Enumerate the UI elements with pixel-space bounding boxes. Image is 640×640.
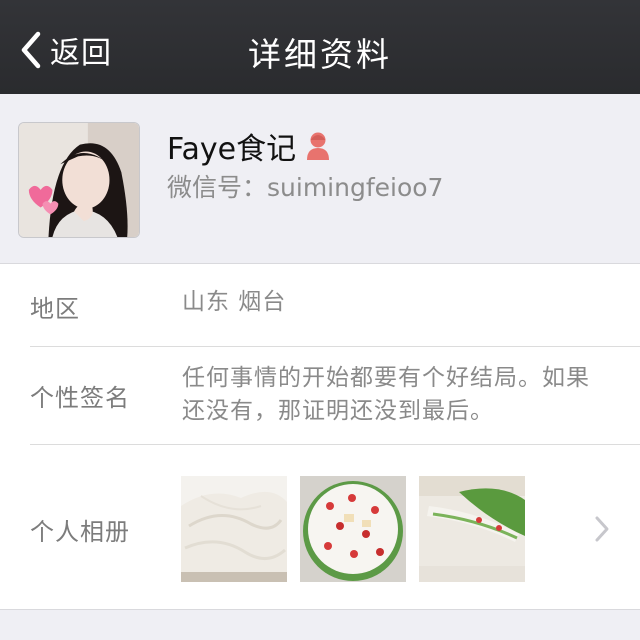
female-icon [307, 132, 330, 160]
detail-list: 地区 山东 烟台 个性签名 任何事情的开始都要有个好结局。如果还没有，那证明还没… [0, 264, 640, 610]
signature-value: 任何事情的开始都要有个好结局。如果还没有，那证明还没到最后。 [182, 365, 590, 424]
signature-label: 个性签名 [30, 384, 130, 412]
chevron-right-icon [595, 516, 609, 542]
album-label: 个人相册 [30, 518, 130, 546]
region-row: 地区 山东 烟台 [0, 264, 640, 346]
album-thumbnails [181, 476, 525, 582]
nickname-text: Faye食记 [167, 132, 297, 167]
region-label: 地区 [30, 295, 80, 323]
album-photo-2[interactable] [300, 476, 406, 582]
album-row[interactable]: 个人相册 [0, 444, 640, 610]
album-photo-3[interactable] [419, 476, 525, 582]
profile-header: Faye食记 微信号：suimingfeioo7 [0, 94, 640, 264]
region-value: 山东 烟台 [182, 289, 287, 315]
signature-row: 个性签名 任何事情的开始都要有个好结局。如果还没有，那证明还没到最后。 [0, 346, 640, 444]
nickname: Faye食记 [167, 124, 332, 168]
nav-bar: 返回 详细资料 [0, 0, 640, 94]
avatar[interactable] [18, 122, 140, 238]
wechat-id: 微信号：suimingfeioo7 [167, 173, 444, 202]
album-photo-1[interactable] [181, 476, 287, 582]
page-title: 详细资料 [248, 35, 392, 74]
